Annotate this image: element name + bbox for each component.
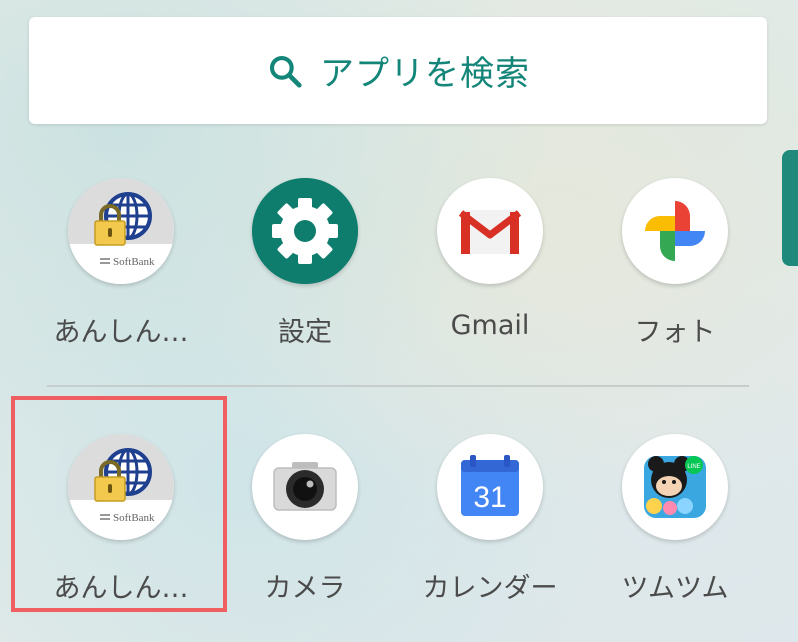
app-label: フォト	[634, 317, 716, 348]
app-label: カメラ	[264, 573, 346, 604]
calendar-icon: 31	[437, 434, 543, 540]
gmail-icon	[437, 178, 543, 284]
app-label: 設定	[278, 317, 332, 348]
app-anshin-favorite[interactable]: SoftBank あんしん…	[31, 178, 211, 368]
calendar-date: 31	[473, 481, 506, 514]
settings-gear-icon	[252, 178, 358, 284]
camera-icon	[252, 434, 358, 540]
softbank-wordmark: SoftBank	[113, 256, 155, 268]
app-tsumtsum[interactable]: LINE ツムツム	[585, 434, 765, 624]
tsumtsum-game-icon: LINE	[622, 434, 728, 540]
search-icon	[269, 55, 302, 88]
app-search-bar[interactable]: アプリを検索	[29, 17, 767, 124]
app-label: Gmail	[450, 310, 530, 341]
app-photos[interactable]: フォト	[585, 178, 765, 368]
search-placeholder: アプリを検索	[320, 54, 530, 94]
selection-highlight-box	[11, 396, 227, 612]
app-gmail[interactable]: Gmail	[400, 178, 580, 368]
app-drawer-scrollbar[interactable]	[782, 150, 798, 266]
app-label: あんしん…	[53, 317, 189, 348]
app-settings[interactable]: 設定	[215, 178, 395, 368]
app-camera[interactable]: カメラ	[215, 434, 395, 624]
app-calendar[interactable]: 31 カレンダー	[400, 434, 580, 624]
favorites-divider	[47, 385, 749, 387]
softbank-anshin-icon: SoftBank	[68, 178, 174, 284]
line-badge: LINE	[687, 464, 700, 470]
app-label: ツムツム	[621, 573, 729, 604]
app-label: カレンダー	[422, 573, 558, 604]
photos-pinwheel-icon	[622, 178, 728, 284]
